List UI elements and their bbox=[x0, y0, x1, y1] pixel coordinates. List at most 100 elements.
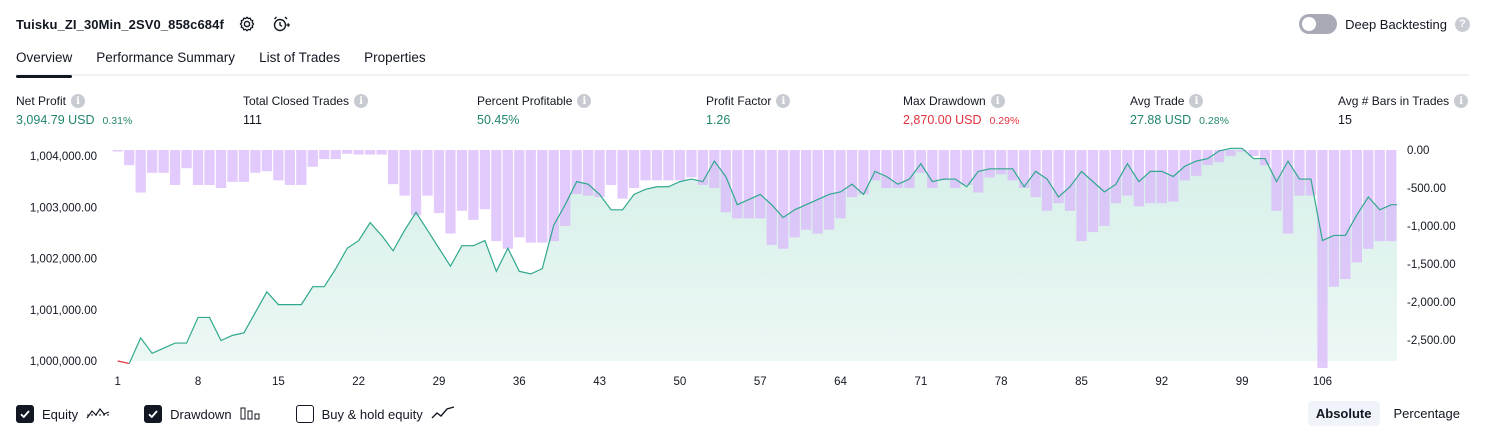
metric-value: 27.88 USD bbox=[1130, 113, 1192, 127]
y-right-tick-label: -2,500.00 bbox=[1407, 335, 1456, 347]
drawdown-bars-icon bbox=[240, 406, 262, 423]
drawdown-bar bbox=[296, 150, 307, 185]
drawdown-bar bbox=[112, 150, 123, 152]
drawdown-bar bbox=[124, 150, 135, 166]
info-icon[interactable]: i bbox=[354, 94, 369, 108]
metric-percent-profitable: Percent Profitable i 50.45% bbox=[477, 93, 592, 129]
metric-profit-factor: Profit Factor i 1.26 bbox=[706, 93, 791, 129]
metric-avg-bars-in-trades: Avg # Bars in Trades i 15 bbox=[1338, 93, 1469, 129]
drawdown-bar bbox=[697, 150, 709, 185]
drawdown-bar bbox=[1145, 150, 1156, 204]
drawdown-bar bbox=[617, 150, 628, 199]
info-icon[interactable]: i bbox=[71, 94, 86, 108]
deep-backtesting-toggle[interactable] bbox=[1299, 14, 1338, 34]
drawdown-bar bbox=[927, 150, 938, 188]
x-tick-label: 1 bbox=[115, 376, 121, 388]
drawdown-bar bbox=[422, 150, 433, 196]
drawdown-bar bbox=[502, 150, 513, 249]
x-tick-label: 29 bbox=[433, 376, 446, 388]
buy-hold-checkbox[interactable] bbox=[295, 405, 314, 423]
drawdown-bar bbox=[835, 150, 846, 219]
equity-line-negative bbox=[117, 360, 130, 365]
info-icon[interactable]: i bbox=[1189, 94, 1204, 108]
x-tick-label: 85 bbox=[1075, 376, 1088, 388]
drawdown-bar bbox=[571, 150, 582, 195]
drawdown-bar bbox=[674, 150, 686, 181]
drawdown-bar bbox=[353, 150, 364, 155]
equity-drawdown-chart[interactable]: 1,000,000.00 1,001,000.00 1,002,000.00 1,00… bbox=[0, 140, 1486, 395]
drawdown-bar bbox=[938, 150, 949, 181]
drawdown-bar bbox=[376, 150, 387, 155]
x-tick-label: 92 bbox=[1155, 376, 1168, 388]
report-tabs: Overview Performance Summary List of Tra… bbox=[16, 46, 1469, 78]
metric-percent: 0.29% bbox=[989, 115, 1020, 127]
tab-performance-summary[interactable]: Performance Summary bbox=[96, 46, 235, 76]
metric-value: 50.45% bbox=[477, 113, 520, 127]
drawdown-bar bbox=[605, 150, 617, 185]
x-tick-label: 8 bbox=[195, 376, 201, 388]
chart-legend: Equity Drawdown Buy & hold equity bbox=[16, 403, 455, 425]
legend-label: Buy & hold equity bbox=[321, 406, 423, 422]
x-tick-label: 99 bbox=[1236, 376, 1249, 388]
tab-properties[interactable]: Properties bbox=[364, 46, 426, 76]
drawdown-bar bbox=[1202, 150, 1213, 166]
add-alert-icon[interactable] bbox=[270, 13, 292, 35]
info-icon[interactable]: i bbox=[990, 94, 1005, 108]
drawdown-bar bbox=[1225, 150, 1236, 157]
info-icon[interactable]: i bbox=[776, 94, 791, 108]
metric-value: 111 bbox=[243, 113, 263, 127]
y-left-tick-label: 1,004,000.00 bbox=[30, 151, 97, 163]
legend-drawdown[interactable]: Drawdown bbox=[144, 405, 261, 423]
drawdown-bar bbox=[468, 150, 479, 220]
drawdown-bar bbox=[904, 150, 915, 188]
help-icon[interactable]: ? bbox=[1455, 16, 1470, 32]
drawdown-bar bbox=[410, 150, 422, 216]
drawdown-bar bbox=[1214, 150, 1225, 163]
info-icon[interactable]: i bbox=[1454, 94, 1469, 108]
tab-list-of-trades[interactable]: List of Trades bbox=[259, 46, 340, 76]
y-left-tick-label: 1,003,000.00 bbox=[30, 202, 97, 214]
drawdown-bar bbox=[961, 150, 972, 185]
percentage-button[interactable]: Percentage bbox=[1386, 401, 1469, 426]
drawdown-bar bbox=[135, 150, 146, 193]
x-tick-label: 15 bbox=[272, 376, 285, 388]
info-icon[interactable]: i bbox=[577, 94, 592, 108]
metric-label: Max Drawdown bbox=[903, 94, 986, 108]
legend-label: Drawdown bbox=[170, 406, 232, 422]
drawdown-bar bbox=[686, 150, 697, 178]
absolute-button[interactable]: Absolute bbox=[1307, 401, 1380, 426]
y-left-tick-label: 1,001,000.00 bbox=[30, 305, 97, 317]
drawdown-bar bbox=[996, 150, 1007, 175]
settings-icon[interactable] bbox=[236, 13, 258, 35]
drawdown-bar bbox=[1259, 150, 1271, 166]
drawdown-bar bbox=[881, 150, 892, 188]
drawdown-bar bbox=[812, 150, 823, 234]
tab-overview[interactable]: Overview bbox=[16, 46, 73, 78]
drawdown-bar bbox=[1156, 150, 1167, 204]
drawdown-bar bbox=[1363, 150, 1374, 249]
legend-label: Equity bbox=[42, 406, 79, 422]
y-right-tick-label: -1,500.00 bbox=[1407, 259, 1456, 271]
drawdown-bar bbox=[192, 150, 204, 185]
metric-percent: 0.28% bbox=[1199, 115, 1229, 127]
drawdown-bar bbox=[307, 150, 318, 167]
drawdown-bar bbox=[846, 150, 858, 198]
drawdown-bar bbox=[800, 150, 812, 230]
equity-checkbox[interactable] bbox=[16, 405, 34, 423]
drawdown-bar bbox=[755, 150, 766, 219]
y-left-tick-label: 1,002,000.00 bbox=[30, 254, 97, 266]
metric-label: Avg Trade bbox=[1130, 94, 1185, 108]
drawdown-bar bbox=[823, 150, 835, 230]
drawdown-bar bbox=[984, 150, 995, 178]
drawdown-bar bbox=[583, 150, 594, 196]
drawdown-bar bbox=[1328, 150, 1340, 287]
drawdown-bar bbox=[640, 150, 651, 181]
drawdown-bar bbox=[238, 150, 250, 182]
drawdown-checkbox[interactable] bbox=[144, 405, 163, 423]
deep-backtesting-label: Deep Backtesting bbox=[1345, 16, 1447, 32]
legend-buy-hold-equity[interactable]: Buy & hold equity bbox=[295, 405, 455, 423]
x-tick-label: 22 bbox=[352, 376, 365, 388]
x-tick-label: 57 bbox=[754, 376, 767, 388]
metric-label: Avg # Bars in Trades bbox=[1338, 94, 1450, 108]
legend-equity[interactable]: Equity bbox=[16, 405, 110, 423]
